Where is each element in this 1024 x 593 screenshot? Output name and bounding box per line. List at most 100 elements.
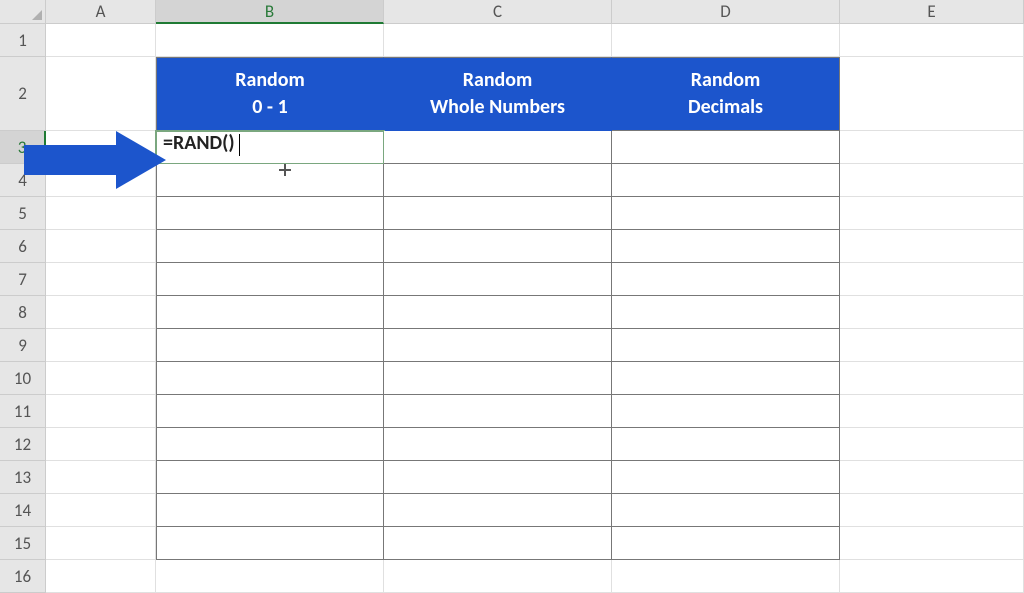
cell-C8[interactable] xyxy=(384,296,612,329)
cell-B8[interactable] xyxy=(156,296,384,329)
cell-C11[interactable] xyxy=(384,395,612,428)
cell-B9[interactable] xyxy=(156,329,384,362)
cell-B13[interactable] xyxy=(156,461,384,494)
cell-B16[interactable] xyxy=(156,560,384,593)
cell-E11[interactable] xyxy=(840,395,1024,428)
cell-A16[interactable] xyxy=(46,560,156,593)
cell-B2-header[interactable]: Random 0 - 1 xyxy=(156,57,384,131)
row-header-10[interactable]: 10 xyxy=(0,362,46,395)
cell-A10[interactable] xyxy=(46,362,156,395)
cell-C3[interactable] xyxy=(384,131,612,164)
row-header-1[interactable]: 1 xyxy=(0,24,46,57)
row-header-7[interactable]: 7 xyxy=(0,263,46,296)
cell-E1[interactable] xyxy=(840,24,1024,57)
cell-C5[interactable] xyxy=(384,197,612,230)
cell-A13[interactable] xyxy=(46,461,156,494)
row-header-2[interactable]: 2 xyxy=(0,57,46,131)
cell-B11[interactable] xyxy=(156,395,384,428)
col-header-D[interactable]: D xyxy=(612,0,840,24)
cell-D14[interactable] xyxy=(612,494,840,527)
cell-D16[interactable] xyxy=(612,560,840,593)
cell-B12[interactable] xyxy=(156,428,384,461)
col-header-E[interactable]: E xyxy=(840,0,1024,24)
cell-A9[interactable] xyxy=(46,329,156,362)
cell-B6[interactable] xyxy=(156,230,384,263)
row-header-5[interactable]: 5 xyxy=(0,197,46,230)
cell-E12[interactable] xyxy=(840,428,1024,461)
cell-D3[interactable] xyxy=(612,131,840,164)
cell-E2[interactable] xyxy=(840,57,1024,131)
cell-A12[interactable] xyxy=(46,428,156,461)
cell-B15[interactable] xyxy=(156,527,384,560)
cell-C15[interactable] xyxy=(384,527,612,560)
cell-D11[interactable] xyxy=(612,395,840,428)
cell-D4[interactable] xyxy=(612,164,840,197)
col-header-C[interactable]: C xyxy=(384,0,612,24)
cell-D6[interactable] xyxy=(612,230,840,263)
cell-A11[interactable] xyxy=(46,395,156,428)
cell-C9[interactable] xyxy=(384,329,612,362)
row-header-9[interactable]: 9 xyxy=(0,329,46,362)
row-header-8[interactable]: 8 xyxy=(0,296,46,329)
cell-C16[interactable] xyxy=(384,560,612,593)
cell-B14[interactable] xyxy=(156,494,384,527)
col-header-A[interactable]: A xyxy=(46,0,156,24)
cell-E13[interactable] xyxy=(840,461,1024,494)
cell-C4[interactable] xyxy=(384,164,612,197)
cell-A1[interactable] xyxy=(46,24,156,57)
cell-B7[interactable] xyxy=(156,263,384,296)
cell-D9[interactable] xyxy=(612,329,840,362)
cell-B10[interactable] xyxy=(156,362,384,395)
cell-C7[interactable] xyxy=(384,263,612,296)
cell-A3[interactable] xyxy=(46,131,156,164)
cell-D13[interactable] xyxy=(612,461,840,494)
cell-D15[interactable] xyxy=(612,527,840,560)
cell-E10[interactable] xyxy=(840,362,1024,395)
cell-E9[interactable] xyxy=(840,329,1024,362)
cell-B3-active[interactable]: =RAND() xyxy=(156,131,384,164)
cell-C6[interactable] xyxy=(384,230,612,263)
cell-E14[interactable] xyxy=(840,494,1024,527)
row-header-12[interactable]: 12 xyxy=(0,428,46,461)
row-header-13[interactable]: 13 xyxy=(0,461,46,494)
cell-D1[interactable] xyxy=(612,24,840,57)
row-header-16[interactable]: 16 xyxy=(0,560,46,593)
cell-E15[interactable] xyxy=(840,527,1024,560)
cell-B5[interactable] xyxy=(156,197,384,230)
cell-B4[interactable] xyxy=(156,164,384,197)
cell-E7[interactable] xyxy=(840,263,1024,296)
cell-D2-header[interactable]: Random Decimals xyxy=(612,57,840,131)
col-header-B[interactable]: B xyxy=(156,0,384,24)
cell-D5[interactable] xyxy=(612,197,840,230)
cell-D10[interactable] xyxy=(612,362,840,395)
cell-D8[interactable] xyxy=(612,296,840,329)
row-header-3[interactable]: 3 xyxy=(0,131,46,164)
row-header-11[interactable]: 11 xyxy=(0,395,46,428)
cell-A14[interactable] xyxy=(46,494,156,527)
cell-A6[interactable] xyxy=(46,230,156,263)
select-all-corner[interactable] xyxy=(0,0,46,24)
cell-B1[interactable] xyxy=(156,24,384,57)
cell-A4[interactable] xyxy=(46,164,156,197)
row-header-14[interactable]: 14 xyxy=(0,494,46,527)
cell-A5[interactable] xyxy=(46,197,156,230)
cell-D12[interactable] xyxy=(612,428,840,461)
cell-C10[interactable] xyxy=(384,362,612,395)
cell-C13[interactable] xyxy=(384,461,612,494)
cell-D7[interactable] xyxy=(612,263,840,296)
cell-A8[interactable] xyxy=(46,296,156,329)
cell-A15[interactable] xyxy=(46,527,156,560)
row-header-6[interactable]: 6 xyxy=(0,230,46,263)
cell-E16[interactable] xyxy=(840,560,1024,593)
cell-C12[interactable] xyxy=(384,428,612,461)
row-header-4[interactable]: 4 xyxy=(0,164,46,197)
cell-C2-header[interactable]: Random Whole Numbers xyxy=(384,57,612,131)
cell-C14[interactable] xyxy=(384,494,612,527)
row-header-15[interactable]: 15 xyxy=(0,527,46,560)
cell-A2[interactable] xyxy=(46,57,156,131)
cell-E3[interactable] xyxy=(840,131,1024,164)
cell-E4[interactable] xyxy=(840,164,1024,197)
cell-E8[interactable] xyxy=(840,296,1024,329)
cell-C1[interactable] xyxy=(384,24,612,57)
cell-A7[interactable] xyxy=(46,263,156,296)
